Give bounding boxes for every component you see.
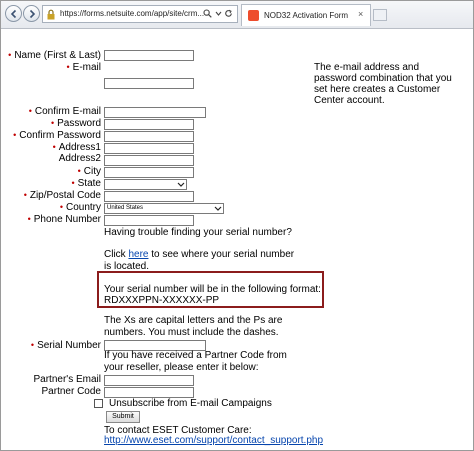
back-button[interactable] [5,5,22,22]
dropdown-icon[interactable] [215,9,222,20]
address2-input[interactable] [104,155,194,166]
submit-button[interactable]: Submit [106,411,140,423]
email-input[interactable] [104,78,194,89]
browser-toolbar: https://forms.netsuite.com/app/site/crm.… [1,1,473,29]
lock-icon [47,9,55,20]
chevron-down-icon [214,206,222,211]
eset-favicon-icon [248,10,259,21]
refresh-icon[interactable] [224,9,233,20]
address2-label: Address2 [58,153,101,164]
contact-link[interactable]: http://www.eset.com/support/contact_supp… [104,435,323,447]
unsubscribe-label: Unsubscribe from E-mail Campaigns [109,398,272,409]
zip-input[interactable] [104,191,194,202]
phone-label: • Phone Number [27,214,101,225]
back-arrow-icon [10,9,17,19]
country-select[interactable]: United States [104,203,224,214]
new-tab-button[interactable] [373,9,387,21]
address1-input[interactable] [104,143,194,154]
account-note: The e-mail address and password combinat… [314,62,452,106]
confirm-email-input[interactable] [104,107,206,118]
partner-email-label: Partner's Email [33,374,102,385]
activation-form: • Name (First & Last) • E-mail The e-mail … [1,29,473,450]
country-value: United States [107,205,144,211]
search-icon[interactable] [203,9,212,20]
serial-help-link[interactable]: here [128,249,148,260]
name-input[interactable] [104,50,194,61]
browser-window: https://forms.netsuite.com/app/site/crm.… [0,0,474,451]
partner-note: If you have received a Partner Code from… [104,350,287,373]
tab-nod32-activation[interactable]: NOD32 Activation Form × [241,4,371,26]
partner-email-input[interactable] [104,375,194,386]
url-text: https://forms.netsuite.com/app/site/crm.… [60,9,205,18]
partner-code-input[interactable] [104,387,194,398]
serial-help-heading: Having trouble finding your serial numbe… [104,227,292,238]
confirm-password-input[interactable] [104,131,194,142]
city-input[interactable] [104,167,194,178]
close-icon[interactable]: × [358,9,363,19]
tab-title: NOD32 Activation Form [264,11,349,20]
serial-format-example: RDXXXPPN-XXXXXX-PP [104,295,220,306]
serial-help-text: Click here to see where your serial numb… [104,249,295,272]
email-label: • E-mail [66,62,102,73]
unsubscribe-checkbox[interactable] [94,399,103,408]
phone-input[interactable] [104,215,194,226]
forward-button[interactable] [23,5,40,22]
partner-code-label: Partner Code [41,386,101,397]
serial-format-note: The Xs are capital letters and the Ps ar… [104,315,283,338]
forward-arrow-icon [29,9,36,19]
address-bar[interactable]: https://forms.netsuite.com/app/site/crm.… [42,5,238,23]
password-input[interactable] [104,119,194,130]
state-select[interactable] [104,179,187,190]
serial-label: • Serial Number [30,340,101,351]
chevron-down-icon [177,182,185,187]
